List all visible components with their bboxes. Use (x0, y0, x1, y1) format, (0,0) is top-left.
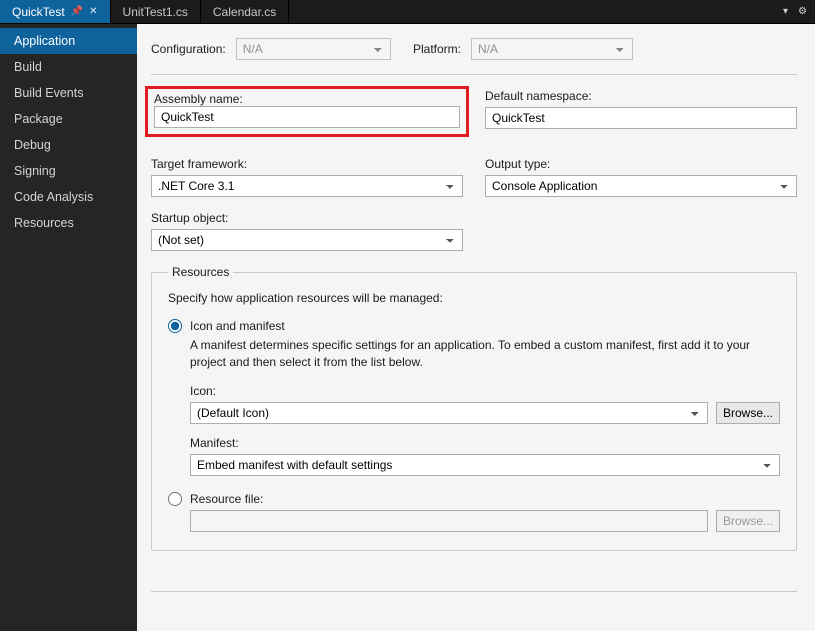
default-namespace-label: Default namespace: (485, 89, 797, 103)
platform-select: N/A (471, 38, 633, 60)
application-page: Configuration: N/A Platform: N/A (137, 24, 815, 631)
tab-unittest1[interactable]: UnitTest1.cs (111, 0, 201, 23)
sidebar-item-resources[interactable]: Resources (0, 210, 137, 236)
document-tabbar: QuickTest 📌 ✕ UnitTest1.cs Calendar.cs ▾… (0, 0, 815, 24)
gear-icon[interactable]: ⚙ (798, 6, 807, 17)
bottom-divider (151, 591, 797, 592)
tab-label: UnitTest1.cs (123, 5, 188, 19)
startup-object-select[interactable]: (Not set) (151, 229, 463, 251)
icon-manifest-description: A manifest determines specific settings … (190, 337, 780, 372)
dropdown-icon[interactable]: ▾ (783, 6, 788, 17)
tab-label: Calendar.cs (213, 5, 276, 19)
resource-file-radio[interactable] (168, 492, 182, 506)
manifest-label: Manifest: (190, 436, 780, 450)
icon-select[interactable]: (Default Icon) (190, 402, 708, 424)
sidebar-item-code-analysis[interactable]: Code Analysis (0, 184, 137, 210)
output-type-label: Output type: (485, 157, 797, 171)
sidebar-item-build-events[interactable]: Build Events (0, 80, 137, 106)
assembly-name-input[interactable] (154, 106, 460, 128)
platform-label: Platform: (413, 42, 461, 56)
default-namespace-input[interactable] (485, 107, 797, 129)
tab-calendar[interactable]: Calendar.cs (201, 0, 289, 23)
icon-manifest-radio[interactable] (168, 319, 182, 333)
output-type-select[interactable]: Console Application (485, 175, 797, 197)
assembly-name-label: Assembly name: (154, 92, 243, 106)
resources-description: Specify how application resources will b… (168, 291, 780, 305)
project-properties-sidebar: Application Build Build Events Package D… (0, 24, 137, 631)
tab-label: QuickTest (12, 5, 65, 19)
icon-manifest-label: Icon and manifest (190, 319, 285, 333)
assembly-name-highlight: Assembly name: (145, 86, 469, 137)
sidebar-item-package[interactable]: Package (0, 106, 137, 132)
sidebar-item-debug[interactable]: Debug (0, 132, 137, 158)
configuration-select: N/A (236, 38, 391, 60)
sidebar-item-signing[interactable]: Signing (0, 158, 137, 184)
manifest-select[interactable]: Embed manifest with default settings (190, 454, 780, 476)
sidebar-item-application[interactable]: Application (0, 28, 137, 54)
resources-group: Resources Specify how application resour… (151, 265, 797, 551)
resource-file-input (190, 510, 708, 532)
sidebar-item-build[interactable]: Build (0, 54, 137, 80)
close-icon[interactable]: ✕ (89, 6, 97, 17)
resource-file-label: Resource file: (190, 492, 263, 506)
startup-object-label: Startup object: (151, 211, 463, 225)
icon-browse-button[interactable]: Browse... (716, 402, 780, 424)
target-framework-select[interactable]: .NET Core 3.1 (151, 175, 463, 197)
resources-legend: Resources (168, 265, 233, 279)
configuration-label: Configuration: (151, 42, 226, 56)
resource-file-browse-button: Browse... (716, 510, 780, 532)
tab-quicktest[interactable]: QuickTest 📌 ✕ (0, 0, 111, 23)
icon-label: Icon: (190, 384, 780, 398)
pin-icon[interactable]: 📌 (71, 6, 83, 17)
target-framework-label: Target framework: (151, 157, 463, 171)
